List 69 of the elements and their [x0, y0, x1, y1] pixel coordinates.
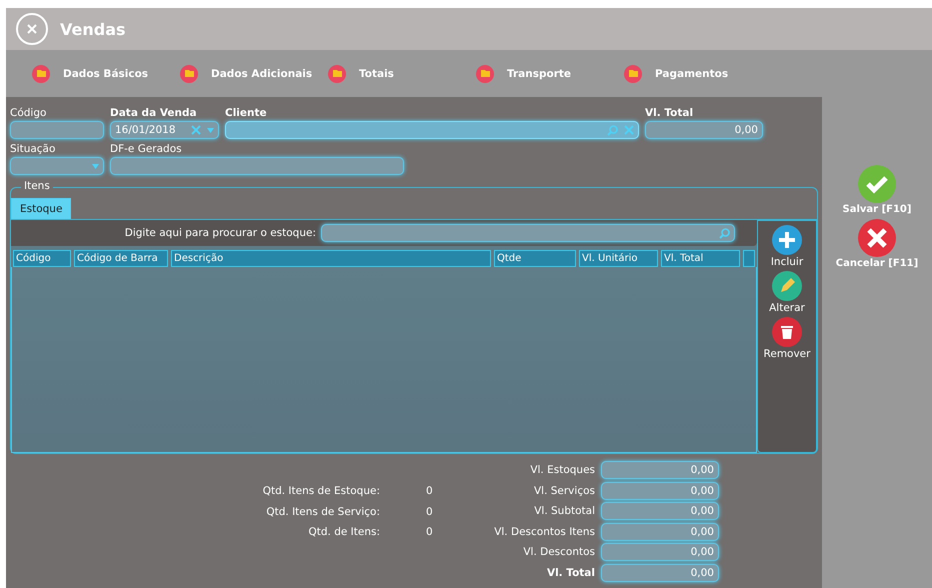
input-field[interactable] — [110, 157, 404, 175]
close-button[interactable] — [16, 13, 48, 45]
action-button[interactable]: Alterar — [769, 271, 805, 314]
checkmark-icon — [858, 165, 896, 203]
search-icon[interactable] — [719, 228, 730, 238]
folder-icon — [332, 70, 342, 77]
count-value: 0 — [426, 485, 433, 498]
count-value: 0 — [426, 506, 433, 518]
total-field[interactable]: 0,00 — [601, 461, 719, 480]
trash-icon — [772, 317, 802, 347]
field-label: Situação — [10, 143, 56, 155]
column-header[interactable]: Código de Barra — [74, 250, 168, 267]
column-header[interactable]: Qtde — [494, 250, 576, 267]
column-header[interactable]: Vl. Total — [661, 250, 740, 267]
dropdown-caret-icon[interactable] — [207, 128, 214, 132]
total-label: Vl. Serviços — [532, 484, 595, 497]
section-link[interactable]: Pagamentos — [624, 64, 772, 82]
field-label: Cliente — [225, 107, 268, 119]
folder-icon — [480, 70, 490, 77]
total-field[interactable]: 0,00 — [601, 502, 719, 520]
window-title: Vendas — [60, 20, 126, 38]
column-header[interactable]: Descrição — [171, 250, 491, 267]
input-field[interactable] — [10, 121, 104, 139]
action-button[interactable]: Salvar [F10] — [842, 165, 912, 215]
total-label: Vl. Estoques — [529, 464, 595, 476]
count-label: Qtd. Itens de Estoque: — [262, 485, 380, 498]
total-field[interactable]: 0,00 — [601, 482, 719, 500]
total-field[interactable]: 0,00 — [601, 543, 719, 562]
field-label: Código — [10, 107, 48, 119]
folder-icon — [184, 70, 194, 77]
dropdown-caret-icon[interactable] — [92, 164, 99, 168]
folder-icon — [628, 70, 638, 77]
total-field[interactable]: 0,00 — [601, 522, 719, 541]
action-button[interactable]: Cancelar [F11] — [836, 219, 918, 269]
count-label: Qtd. de Itens: — [307, 526, 380, 538]
column-header[interactable]: Vl. Unitário — [579, 250, 658, 267]
total-label: Vl. Descontos Itens — [493, 526, 595, 538]
search-icon[interactable] — [607, 124, 618, 136]
input-field[interactable] — [225, 121, 639, 139]
date-field[interactable]: 16/01/2018 — [110, 121, 219, 139]
section-link[interactable]: Transporte — [476, 64, 624, 82]
column-header[interactable] — [743, 250, 755, 267]
field-label: Vl. Total — [645, 107, 694, 119]
input-field[interactable]: 0,00 — [645, 121, 763, 139]
search-label: Digite aqui para procurar o estoque: — [124, 227, 316, 239]
count-value: 0 — [426, 526, 433, 538]
action-button[interactable]: Incluir — [770, 225, 804, 268]
section-link[interactable]: Dados Básicos — [32, 64, 180, 82]
field-label: Data da Venda — [110, 107, 198, 119]
count-label: Qtd. Itens de Serviço: — [265, 506, 380, 518]
total-label: Vl. Subtotal — [533, 505, 595, 518]
clear-icon[interactable] — [191, 125, 201, 135]
plus-icon — [772, 225, 802, 255]
group-legend: Itens — [21, 180, 53, 192]
field-label: DF-e Gerados — [110, 143, 183, 155]
clear-icon[interactable] — [624, 125, 634, 135]
total-label: Vl. Descontos — [522, 546, 595, 558]
section-link[interactable]: Dados Adicionais — [180, 64, 328, 82]
pencil-icon — [772, 271, 802, 301]
column-header[interactable]: Código — [13, 250, 71, 267]
close-icon — [858, 219, 896, 257]
dropdown-field[interactable] — [10, 157, 104, 175]
section-link[interactable]: Totais — [328, 64, 476, 82]
total-label: Vl. Total — [546, 566, 595, 579]
action-button[interactable]: Remover — [764, 317, 810, 360]
folder-icon — [36, 70, 46, 77]
tab[interactable]: Estoque — [11, 198, 72, 219]
search-field[interactable] — [321, 224, 735, 242]
total-field[interactable]: 0,00 — [601, 564, 719, 582]
